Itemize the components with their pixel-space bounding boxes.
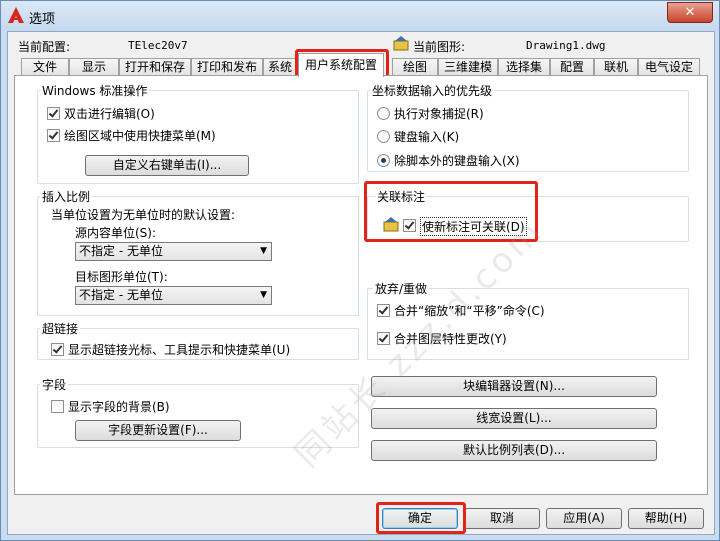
tab-online[interactable]: 联机 [594,58,638,76]
source-units-label: 源内容单位(S): [75,226,157,240]
insert-scale-title: 插入比例 [40,188,93,205]
field-background-checkbox[interactable] [51,400,64,413]
source-units-value: 不指定 - 无单位 [79,244,163,258]
show-hyperlink-label: 显示超链接光标、工具提示和快捷菜单(U) [68,343,291,357]
double-click-edit-checkbox[interactable] [47,107,60,120]
autocad-logo-icon [8,7,24,23]
help-button[interactable]: 帮助(H) [628,508,704,529]
block-editor-settings-button[interactable]: 块编辑器设置(N)... [371,376,657,397]
tab-files[interactable]: 文件 [21,58,69,76]
tab-display[interactable]: 显示 [69,58,119,76]
target-units-select[interactable]: 不指定 - 无单位 ▼ [75,286,272,305]
field-background-label: 显示字段的背景(B) [68,400,170,414]
highlight-assoc-dim [364,181,538,242]
current-drawing-label: 当前图形: [413,40,466,54]
close-button[interactable]: ✕ [667,2,713,23]
combine-layer-label: 合并图层特性更改(Y) [394,332,507,346]
combine-zoom-pan-label: 合并“缩放”和“平移”命令(C) [394,304,545,318]
radio-keyboard-except-script-label: 除脚本外的键盘输入(X) [394,154,520,168]
double-click-edit-label: 双击进行编辑(O) [64,107,155,121]
fields-title: 字段 [40,376,69,393]
tab-3d-modeling[interactable]: 三维建模 [438,58,498,76]
show-hyperlink-checkbox[interactable] [51,343,64,356]
radio-osnap-label: 执行对象捕捉(R) [394,107,484,121]
coord-priority-title: 坐标数据输入的优先级 [370,82,495,99]
tab-selection[interactable]: 选择集 [498,58,550,76]
field-update-button[interactable]: 字段更新设置(F)... [75,420,241,441]
shortcut-menu-label: 绘图区域中使用快捷菜单(M) [64,129,216,143]
title-bar: 选项 ✕ [1,1,719,31]
tab-open-save[interactable]: 打开和保存 [119,58,191,76]
shortcut-menu-checkbox[interactable] [47,129,60,142]
tab-system[interactable]: 系统 [263,58,297,76]
radio-keyboard-except-script[interactable] [377,154,390,167]
combine-layer-checkbox[interactable] [377,332,390,345]
undo-redo-title: 放弃/重做 [373,280,430,297]
dialog-body: 当前配置: TElec20v7 当前图形: Drawing1.dwg 文件 显示… [7,31,715,535]
current-profile-label: 当前配置: [18,40,71,54]
tab-drafting[interactable]: 绘图 [392,58,438,76]
lineweight-settings-button[interactable]: 线宽设置(L)... [371,408,657,429]
highlight-ok-button [376,502,466,534]
radio-keyboard-label: 键盘输入(K) [394,130,460,144]
source-units-select[interactable]: 不指定 - 无单位 ▼ [75,242,272,261]
undo-redo-group [367,288,689,360]
cancel-button[interactable]: 取消 [464,508,540,529]
target-units-value: 不指定 - 无单位 [79,288,163,302]
chevron-down-icon: ▼ [260,290,267,300]
default-scale-list-button[interactable]: 默认比例列表(D)... [371,440,657,461]
current-drawing-value: Drawing1.dwg [526,39,606,52]
options-dialog: 选项 ✕ 当前配置: TElec20v7 当前图形: Drawing1.dwg … [0,0,720,541]
tab-plot-publish[interactable]: 打印和发布 [191,58,263,76]
insert-scale-desc: 当单位设置为无单位时的默认设置: [51,208,236,222]
tab-panel: Windows 标准操作 双击进行编辑(O) 绘图区域中使用快捷菜单(M) 自定… [14,75,708,495]
hyperlink-title: 超链接 [40,320,81,337]
combine-zoom-pan-checkbox[interactable] [377,304,390,317]
target-units-label: 目标图形单位(T): [75,270,168,284]
window-title: 选项 [29,12,56,27]
windows-ops-title: Windows 标准操作 [40,82,150,99]
drawing-icon [393,36,409,51]
tab-profiles[interactable]: 配置 [550,58,594,76]
current-profile-value: TElec20v7 [128,39,188,52]
tab-electrical-settings[interactable]: 电气设定 [638,58,700,76]
apply-button[interactable]: 应用(A) [546,508,622,529]
customize-right-click-button[interactable]: 自定义右键单击(I)... [85,155,249,176]
radio-osnap[interactable] [377,107,390,120]
radio-keyboard[interactable] [377,130,390,143]
tab-user-preferences[interactable]: 用户系统配置 [298,53,384,77]
chevron-down-icon: ▼ [260,246,267,256]
